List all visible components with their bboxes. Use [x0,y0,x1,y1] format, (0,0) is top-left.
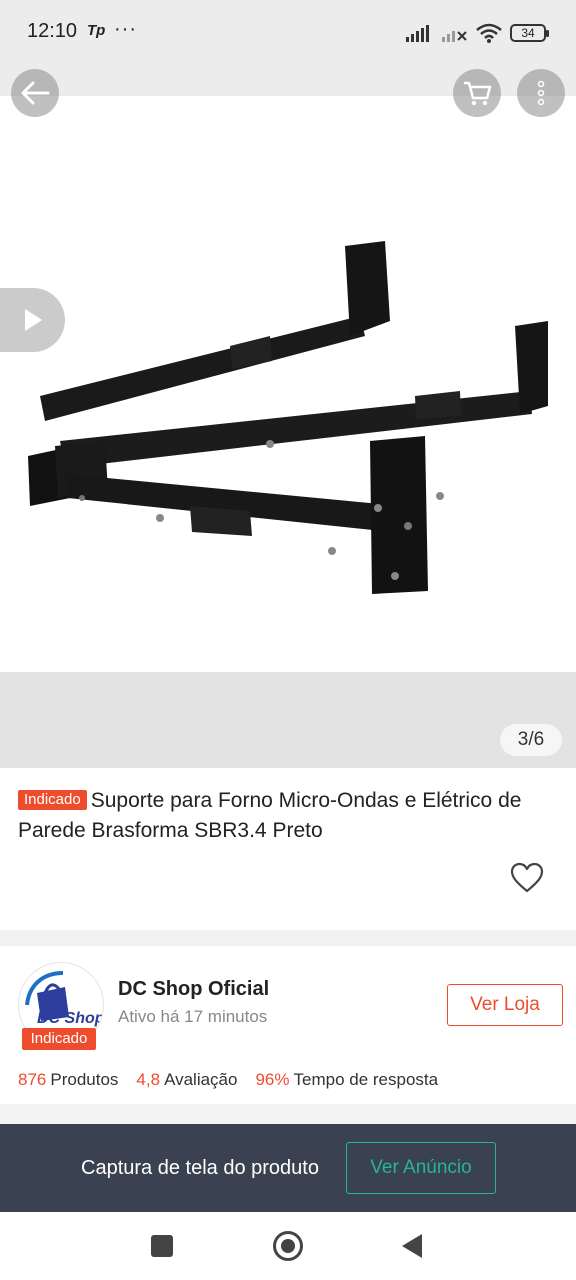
stat-response-label: Tempo de resposta [293,1070,439,1089]
play-icon [24,309,42,331]
favorite-button[interactable] [510,862,544,894]
stat-rating-value: 4,8 [136,1070,161,1089]
recent-apps-button[interactable] [151,1235,173,1257]
product-title-text: Suporte para Forno Micro-Ondas e Elétric… [18,789,522,842]
system-back-button[interactable] [402,1234,422,1258]
arrow-left-icon [21,81,50,105]
status-icons: 34 [406,20,549,46]
stat-response-value: 96% [255,1070,290,1089]
status-time: 12:10 [27,20,78,42]
view-ad-button[interactable]: Ver Anúncio [346,1142,496,1194]
image-page-counter: 3/6 [500,724,562,756]
gallery-bottom-band [0,672,576,768]
svg-text:DC Shop: DC Shop [37,1010,104,1027]
system-nav-bar [0,1212,576,1280]
cart-button[interactable] [453,69,501,117]
more-button[interactable] [517,69,565,117]
more-vertical-icon [537,80,545,106]
heart-icon [510,862,544,893]
shop-name[interactable]: DC Shop Oficial [118,978,269,1001]
status-bar: 12:10 Tp ··· 34 [0,0,576,66]
carrier-icon: Tp [87,22,106,39]
stat-response: 96% Tempo de resposta [255,1070,438,1090]
home-button[interactable] [273,1231,303,1261]
recommended-badge: Indicado [18,790,87,810]
product-gallery[interactable]: 3/6 [0,66,576,768]
stat-rating-label: Avaliação [164,1070,238,1089]
stat-products: 876 Produtos [18,1070,118,1090]
battery-icon: 34 [510,24,549,42]
stat-products-value: 876 [18,1070,47,1089]
shop-recommended-badge: Indicado [22,1028,96,1050]
visit-shop-button[interactable]: Ver Loja [447,984,563,1026]
product-image [28,241,548,594]
shop-active-status: Ativo há 17 minutos [118,1007,268,1026]
product-title: Indicado Suporte para Forno Micro-Ondas e… [18,786,563,846]
shop-section: DC Shop Indicado DC Shop Oficial Ativo h… [0,946,576,1104]
play-video-button[interactable] [0,288,65,352]
section-divider [0,1104,576,1124]
section-divider [0,930,576,946]
signal-icon [406,25,429,42]
signal-no-service-icon [442,31,467,42]
stat-products-label: Produtos [50,1070,119,1089]
cart-icon [464,81,492,106]
stat-rating: 4,8 Avaliação [136,1070,237,1090]
shop-stats: 876 Produtos 4,8 Avaliação 96% Tempo de res… [18,1070,438,1090]
wifi-icon [476,23,502,43]
notification-dots: ··· [114,18,137,40]
capture-bar: Captura de tela do produto Ver Anúncio [0,1124,576,1212]
product-title-section: Indicado Suporte para Forno Micro-Ondas e… [0,768,576,930]
back-button[interactable] [11,69,59,117]
capture-label: Captura de tela do produto [81,1157,319,1179]
